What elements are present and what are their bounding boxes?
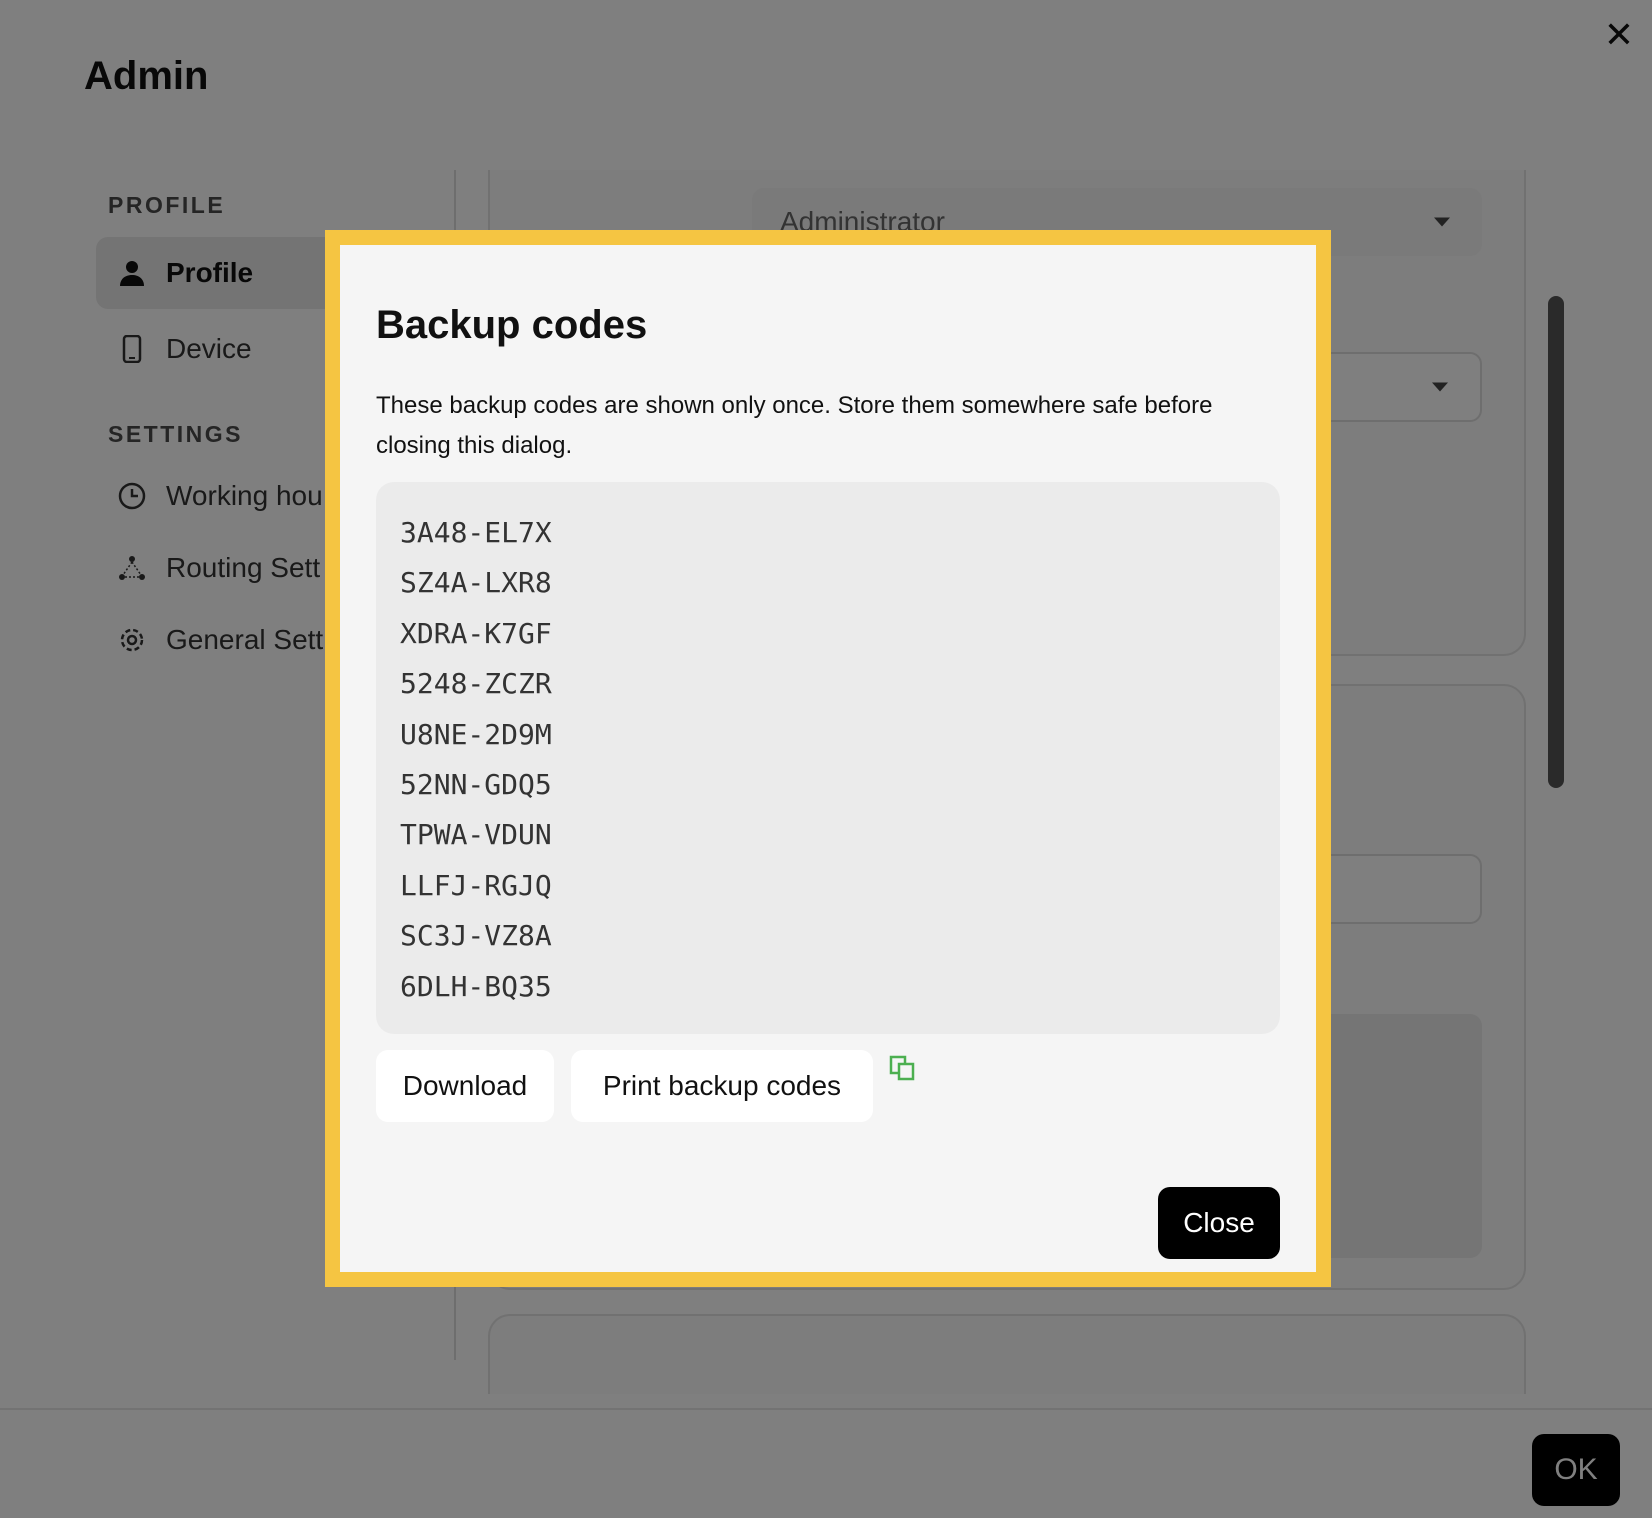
backup-code: LLFJ-RGJQ	[400, 868, 552, 902]
backup-codes-list: 3A48-EL7X SZ4A-LXR8 XDRA-K7GF 5248-ZCZR …	[376, 482, 1280, 1034]
backup-code: 6DLH-BQ35	[400, 969, 552, 1003]
backup-code: TPWA-VDUN	[400, 818, 552, 852]
backup-code: SC3J-VZ8A	[400, 919, 552, 953]
backup-code: 52NN-GDQ5	[400, 767, 552, 801]
backup-code: XDRA-K7GF	[400, 616, 552, 650]
backup-code: 3A48-EL7X	[400, 516, 552, 549]
copy-icon[interactable]	[889, 1055, 915, 1081]
print-backup-codes-button[interactable]: Print backup codes	[571, 1050, 873, 1122]
backup-code: SZ4A-LXR8	[400, 566, 552, 600]
dialog-description: These backup codes are shown only once. …	[376, 392, 1213, 459]
close-button[interactable]: Close	[1158, 1187, 1280, 1259]
backup-code: 5248-ZCZR	[400, 667, 552, 701]
download-button[interactable]: Download	[376, 1050, 554, 1122]
dialog-title: Backup codes	[376, 303, 648, 347]
backup-code: U8NE-2D9M	[400, 717, 552, 751]
